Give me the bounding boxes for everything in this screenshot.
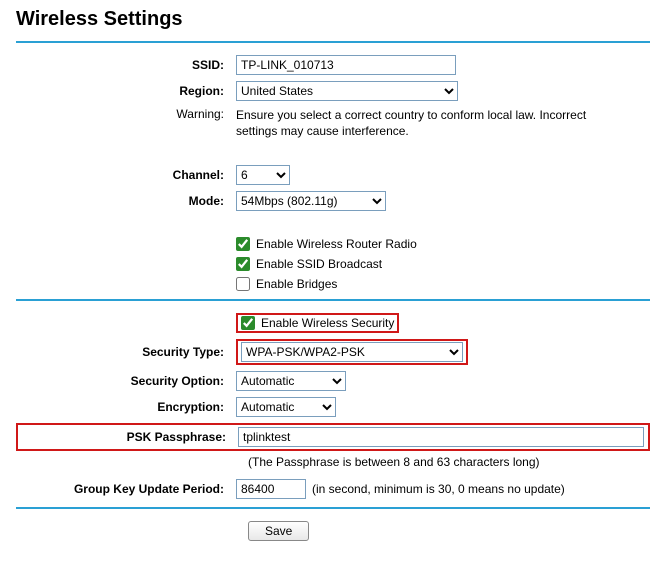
channel-label: Channel: bbox=[16, 168, 236, 182]
encryption-select[interactable]: Automatic bbox=[236, 397, 336, 417]
separator-bottom bbox=[16, 507, 650, 509]
enable-security-highlight: Enable Wireless Security bbox=[236, 313, 399, 333]
security-option-label: Security Option: bbox=[16, 374, 236, 388]
ssid-input[interactable] bbox=[236, 55, 456, 75]
enable-router-radio-label: Enable Wireless Router Radio bbox=[256, 237, 417, 251]
warning-label: Warning: bbox=[16, 107, 236, 121]
group-key-label: Group Key Update Period: bbox=[16, 482, 236, 496]
channel-select[interactable]: 6 bbox=[236, 165, 290, 185]
separator-mid bbox=[16, 299, 650, 301]
separator-top bbox=[16, 41, 650, 43]
enable-router-radio-checkbox[interactable] bbox=[236, 237, 250, 251]
encryption-label: Encryption: bbox=[16, 400, 236, 414]
region-label: Region: bbox=[16, 84, 236, 98]
mode-label: Mode: bbox=[16, 194, 236, 208]
security-type-label: Security Type: bbox=[16, 345, 236, 359]
passphrase-note: (The Passphrase is between 8 and 63 char… bbox=[248, 455, 650, 469]
page-title: Wireless Settings bbox=[16, 8, 650, 31]
enable-bridges-label: Enable Bridges bbox=[256, 277, 337, 291]
psk-passphrase-input[interactable] bbox=[238, 427, 644, 447]
psk-passphrase-highlight: PSK Passphrase: bbox=[16, 423, 650, 451]
mode-select[interactable]: 54Mbps (802.11g) bbox=[236, 191, 386, 211]
enable-bridges-checkbox[interactable] bbox=[236, 277, 250, 291]
group-key-note: (in second, minimum is 30, 0 means no up… bbox=[312, 482, 565, 496]
region-select[interactable]: United States bbox=[236, 81, 458, 101]
security-type-select[interactable]: WPA-PSK/WPA2-PSK bbox=[241, 342, 463, 362]
save-button[interactable]: Save bbox=[248, 521, 309, 541]
enable-ssid-broadcast-checkbox[interactable] bbox=[236, 257, 250, 271]
ssid-label: SSID: bbox=[16, 58, 236, 72]
warning-text: Ensure you select a correct country to c… bbox=[236, 107, 616, 139]
enable-wireless-security-checkbox[interactable] bbox=[241, 316, 255, 330]
enable-ssid-broadcast-label: Enable SSID Broadcast bbox=[256, 257, 382, 271]
security-type-highlight: WPA-PSK/WPA2-PSK bbox=[236, 339, 468, 365]
security-option-select[interactable]: Automatic bbox=[236, 371, 346, 391]
enable-wireless-security-label: Enable Wireless Security bbox=[261, 316, 394, 330]
psk-passphrase-label: PSK Passphrase: bbox=[22, 430, 238, 444]
group-key-input[interactable] bbox=[236, 479, 306, 499]
